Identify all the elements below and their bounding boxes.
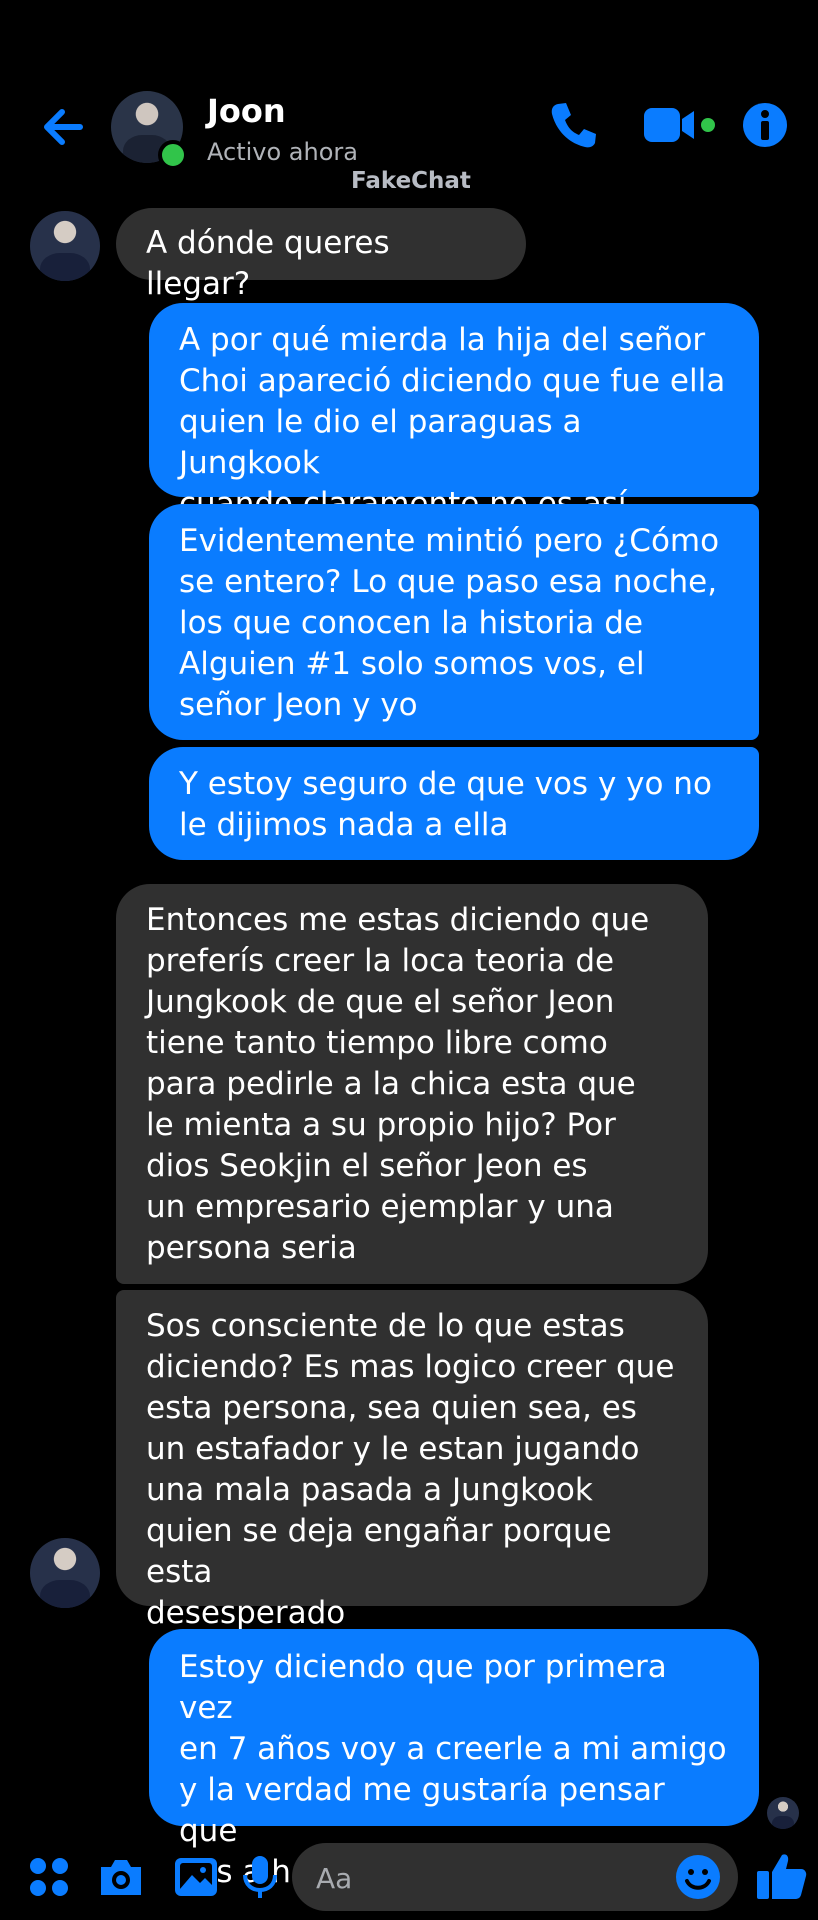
message-bubble-outgoing[interactable]: Estoy diciendo que por primera vez en 7 … <box>149 1629 759 1890</box>
back-arrow-icon <box>44 109 83 145</box>
back-button[interactable] <box>36 100 90 154</box>
video-call-button[interactable] <box>640 100 720 150</box>
call-button[interactable] <box>546 98 600 152</box>
camera-button[interactable] <box>97 1853 145 1901</box>
message-bubble-incoming[interactable]: A dónde queres llegar? <box>116 208 526 302</box>
message-bubble-outgoing[interactable]: A por qué mierda la hija del señor Choi … <box>149 303 759 522</box>
contact-status: Activo ahora <box>207 138 358 166</box>
phone-icon <box>551 103 596 148</box>
contact-chat-avatar[interactable] <box>30 1538 100 1608</box>
info-icon <box>743 103 787 147</box>
like-button[interactable] <box>754 1849 808 1903</box>
online-status-dot <box>158 140 188 170</box>
microphone-icon <box>243 1856 277 1898</box>
emoji-icon <box>676 1855 720 1899</box>
watermark: FakeChat <box>351 168 471 194</box>
message-bubble-outgoing[interactable]: Y estoy seguro de que vos y yo no le dij… <box>149 747 759 860</box>
camera-icon <box>101 1860 141 1895</box>
message-composer[interactable] <box>292 1843 738 1913</box>
contact-chat-avatar[interactable] <box>30 211 100 281</box>
thumbs-up-icon <box>757 1854 807 1899</box>
info-button[interactable] <box>740 100 790 150</box>
message-bubble-outgoing[interactable]: Evidentemente mintió pero ¿Cómo se enter… <box>149 504 759 740</box>
contact-name[interactable]: Joon <box>207 92 286 130</box>
voice-button[interactable] <box>236 1853 284 1901</box>
message-bubble-incoming[interactable]: Entonces me estas diciendo que preferís … <box>116 884 708 1284</box>
emoji-button[interactable] <box>674 1853 722 1901</box>
grid-menu-icon <box>30 1858 68 1896</box>
video-camera-icon <box>644 108 715 142</box>
message-input[interactable] <box>314 1843 648 1913</box>
gallery-button[interactable] <box>172 1853 220 1901</box>
gallery-icon <box>175 1858 217 1896</box>
message-bubble-incoming[interactable]: Sos consciente de lo que estas diciendo?… <box>116 1290 708 1631</box>
read-receipt-avatar <box>767 1797 799 1829</box>
menu-button[interactable] <box>25 1853 73 1901</box>
